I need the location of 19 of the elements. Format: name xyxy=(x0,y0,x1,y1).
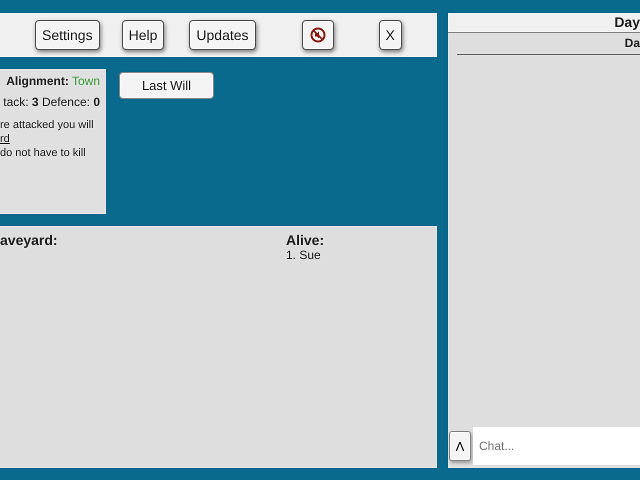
toolbar-button[interactable]: Updates xyxy=(189,20,256,50)
column-header: Da xyxy=(624,35,640,52)
mute-button[interactable] xyxy=(302,20,334,50)
last-will-button[interactable]: Last Will xyxy=(119,72,214,99)
stats-text: tack: 3 Defence: 0 xyxy=(3,95,100,109)
muted-speaker-icon xyxy=(310,27,326,43)
alignment-text: Alignment: Town xyxy=(6,74,100,88)
toggle-button[interactable]: Λ xyxy=(449,431,471,461)
role-link[interactable]: rd xyxy=(0,132,10,146)
day-title: Day xyxy=(614,13,640,32)
toolbar-button[interactable]: Help xyxy=(122,20,164,50)
toolbar-button[interactable]: X xyxy=(378,20,402,50)
toolbar-button[interactable]: Settings xyxy=(35,20,100,50)
role-description: re attacked you will xyxy=(0,118,94,132)
alive-heading: Alive: xyxy=(286,232,324,248)
role-description: do not have to kill xyxy=(0,146,86,160)
graveyard-heading: aveyard: xyxy=(0,232,58,248)
chat-input[interactable]: Chat... xyxy=(473,427,640,465)
player-name: 1. Sue xyxy=(286,248,321,262)
